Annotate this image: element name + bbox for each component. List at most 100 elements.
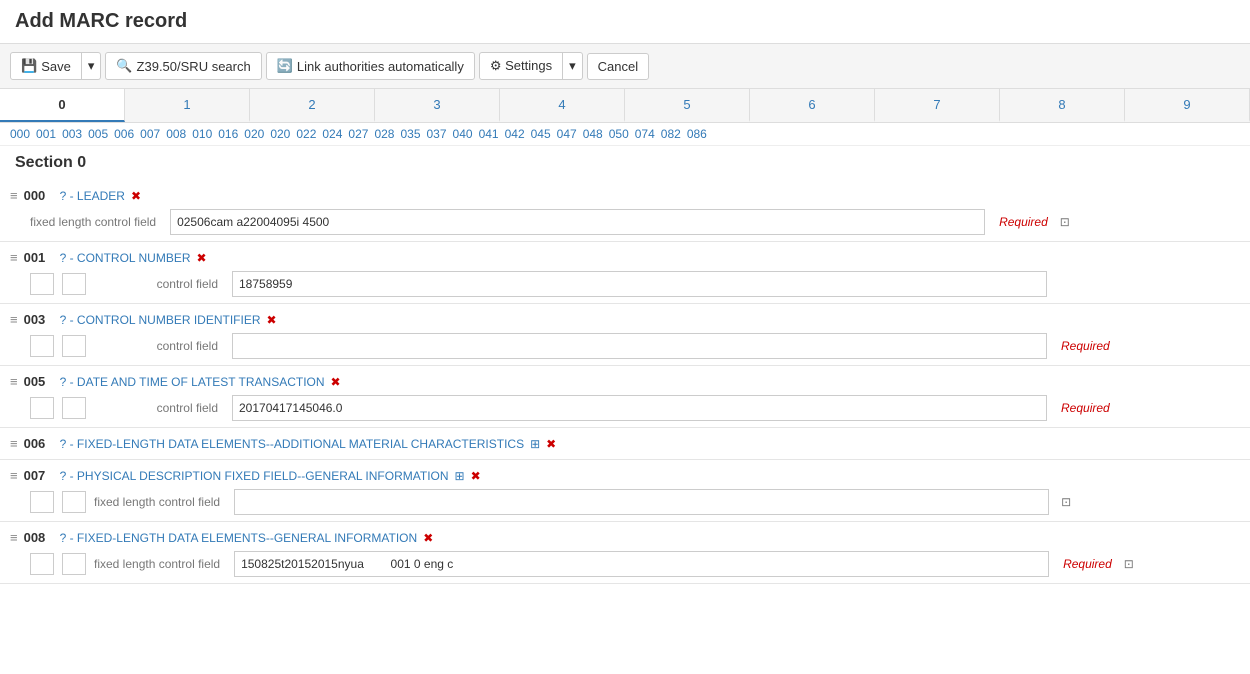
subfield-link-007-5[interactable]: 007	[140, 127, 160, 141]
settings-button-group: ⚙ Settings ▾	[479, 52, 583, 80]
field-header-003: ≡ 003 ? - CONTROL NUMBER IDENTIFIER ✖	[10, 310, 1240, 329]
subfield-link-010-7[interactable]: 010	[192, 127, 212, 141]
field-input-001[interactable]	[232, 271, 1047, 297]
fields-container: ≡000? - LEADER✖fixed length control fiel…	[0, 180, 1250, 584]
field-input-000[interactable]	[170, 209, 985, 235]
subfield-link-074-24[interactable]: 074	[635, 127, 655, 141]
subfield-link-028-14[interactable]: 028	[374, 127, 394, 141]
expand-icon-006[interactable]: ⊞	[530, 437, 540, 451]
ind1-008[interactable]	[30, 553, 54, 575]
subfield-link-037-16[interactable]: 037	[427, 127, 447, 141]
subfield-link-001-1[interactable]: 001	[36, 127, 56, 141]
delete-icon-006[interactable]: ✖	[546, 437, 556, 451]
field-desc-000[interactable]: ? - LEADER	[60, 189, 125, 203]
tab-5[interactable]: 5	[625, 89, 750, 122]
subfield-link-003-2[interactable]: 003	[62, 127, 82, 141]
required-label-000: Required	[999, 215, 1048, 229]
drag-handle-000[interactable]: ≡	[10, 188, 18, 203]
field-block-003: ≡003? - CONTROL NUMBER IDENTIFIER✖contro…	[0, 304, 1250, 366]
ind2-005[interactable]	[62, 397, 86, 419]
drag-handle-005[interactable]: ≡	[10, 374, 18, 389]
field-input-005[interactable]	[232, 395, 1047, 421]
field-block-008: ≡008? - FIXED-LENGTH DATA ELEMENTS--GENE…	[0, 522, 1250, 584]
field-input-007[interactable]	[234, 489, 1049, 515]
tab-7[interactable]: 7	[875, 89, 1000, 122]
subfield-link-042-19[interactable]: 042	[505, 127, 525, 141]
subfield-link-027-13[interactable]: 027	[348, 127, 368, 141]
tab-8[interactable]: 8	[1000, 89, 1125, 122]
subfield-link-086-26[interactable]: 086	[687, 127, 707, 141]
save-dropdown-icon: ▾	[88, 58, 95, 74]
ind1-003[interactable]	[30, 335, 54, 357]
settings-dropdown-button[interactable]: ▾	[563, 52, 583, 80]
tab-1[interactable]: 1	[125, 89, 250, 122]
subfield-link-000-0[interactable]: 000	[10, 127, 30, 141]
subfield-link-040-17[interactable]: 040	[453, 127, 473, 141]
ind1-001[interactable]	[30, 273, 54, 295]
subfield-link-006-4[interactable]: 006	[114, 127, 134, 141]
edit-icon-008[interactable]: ⊡	[1124, 557, 1134, 571]
settings-button[interactable]: ⚙ Settings	[479, 52, 563, 80]
subfield-link-020-9[interactable]: 020	[244, 127, 264, 141]
subfield-link-045-20[interactable]: 045	[531, 127, 551, 141]
subfield-link-048-22[interactable]: 048	[583, 127, 603, 141]
tab-0[interactable]: 0	[0, 89, 125, 122]
subfield-link-047-21[interactable]: 047	[557, 127, 577, 141]
tab-3[interactable]: 3	[375, 89, 500, 122]
subfield-link-005-3[interactable]: 005	[88, 127, 108, 141]
field-tag-005: 005	[24, 374, 54, 389]
settings-dropdown-icon: ▾	[569, 58, 576, 74]
drag-handle-007[interactable]: ≡	[10, 468, 18, 483]
subfield-link-035-15[interactable]: 035	[400, 127, 420, 141]
delete-icon-001[interactable]: ✖	[197, 251, 207, 265]
field-desc-006[interactable]: ? - FIXED-LENGTH DATA ELEMENTS--ADDITION…	[60, 437, 525, 451]
subfield-link-016-8[interactable]: 016	[218, 127, 238, 141]
field-input-003[interactable]	[232, 333, 1047, 359]
subfield-link-082-25[interactable]: 082	[661, 127, 681, 141]
field-desc-001[interactable]: ? - CONTROL NUMBER	[60, 251, 191, 265]
delete-icon-005[interactable]: ✖	[331, 375, 341, 389]
field-desc-003[interactable]: ? - CONTROL NUMBER IDENTIFIER	[60, 313, 261, 327]
ind2-007[interactable]	[62, 491, 86, 513]
field-label-007: fixed length control field	[94, 495, 226, 509]
field-desc-008[interactable]: ? - FIXED-LENGTH DATA ELEMENTS--GENERAL …	[60, 531, 418, 545]
drag-handle-006[interactable]: ≡	[10, 436, 18, 451]
drag-handle-008[interactable]: ≡	[10, 530, 18, 545]
ind2-003[interactable]	[62, 335, 86, 357]
drag-handle-003[interactable]: ≡	[10, 312, 18, 327]
edit-icon-000[interactable]: ⊡	[1060, 215, 1070, 229]
delete-icon-008[interactable]: ✖	[423, 531, 433, 545]
subfield-link-050-23[interactable]: 050	[609, 127, 629, 141]
field-desc-005[interactable]: ? - DATE AND TIME OF LATEST TRANSACTION	[60, 375, 325, 389]
field-block-005: ≡ 005 ? - DATE AND TIME OF LATEST TRANSACT…	[0, 366, 1250, 428]
ind1-005[interactable]	[30, 397, 54, 419]
field-desc-007[interactable]: ? - PHYSICAL DESCRIPTION FIXED FIELD--GE…	[60, 469, 449, 483]
subfield-link-024-12[interactable]: 024	[322, 127, 342, 141]
cancel-button[interactable]: Cancel	[587, 53, 649, 80]
edit-icon-007[interactable]: ⊡	[1061, 495, 1071, 509]
expand-icon-007[interactable]: ⊞	[455, 469, 465, 483]
subfield-link-022-11[interactable]: 022	[296, 127, 316, 141]
tab-6[interactable]: 6	[750, 89, 875, 122]
save-dropdown-button[interactable]: ▾	[82, 52, 102, 80]
tab-4[interactable]: 4	[500, 89, 625, 122]
z3950-search-button[interactable]: 🔍 Z39.50/SRU search	[105, 52, 261, 80]
link-authorities-button[interactable]: 🔄 Link authorities automatically	[266, 52, 475, 80]
field-label-001: control field	[94, 277, 224, 291]
tab-2[interactable]: 2	[250, 89, 375, 122]
save-button[interactable]: 💾 Save	[10, 52, 82, 80]
delete-icon-003[interactable]: ✖	[267, 313, 277, 327]
ind2-001[interactable]	[62, 273, 86, 295]
tab-9[interactable]: 9	[1125, 89, 1250, 122]
subfield-link-041-18[interactable]: 041	[479, 127, 499, 141]
subfield-link-020-10[interactable]: 020	[270, 127, 290, 141]
field-tag-003: 003	[24, 312, 54, 327]
field-input-008[interactable]	[234, 551, 1049, 577]
search-icon: 🔍	[116, 58, 132, 74]
ind1-007[interactable]	[30, 491, 54, 513]
ind2-008[interactable]	[62, 553, 86, 575]
delete-icon-000[interactable]: ✖	[131, 189, 141, 203]
subfield-link-008-6[interactable]: 008	[166, 127, 186, 141]
drag-handle-001[interactable]: ≡	[10, 250, 18, 265]
delete-icon-007[interactable]: ✖	[471, 469, 481, 483]
